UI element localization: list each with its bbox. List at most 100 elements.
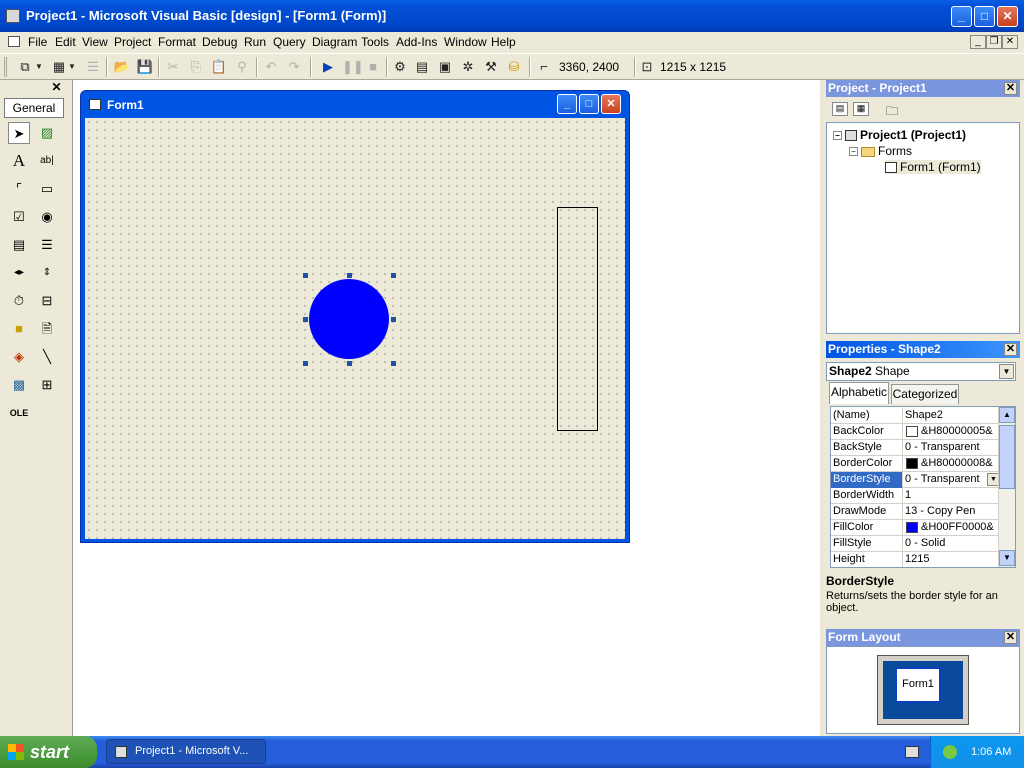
scroll-down-icon[interactable]: ▼ [999, 550, 1015, 566]
resize-handle[interactable] [391, 361, 396, 366]
break-icon[interactable]: ❚❚ [342, 58, 364, 76]
toolbar-grip[interactable] [4, 57, 7, 77]
form-client-area[interactable] [85, 118, 625, 539]
collapse-icon[interactable]: − [833, 131, 842, 141]
menu-window[interactable]: Window [444, 35, 487, 49]
property-value-cell[interactable]: &H80000008& [905, 456, 1001, 472]
form-layout-close-button[interactable]: ✕ [1004, 631, 1017, 644]
clock[interactable]: 1:06 AM [971, 746, 1011, 758]
toolbox-icon[interactable]: ⚒ [482, 58, 500, 76]
toolbox-close-button[interactable]: ✕ [50, 81, 63, 94]
form1-designer-window[interactable]: Form1 _ □ ✕ [80, 90, 630, 543]
property-value[interactable]: 1215 [905, 552, 1001, 567]
frame-tool-icon[interactable]: ⌜ [8, 178, 30, 200]
add-project-dropdown-icon[interactable]: ▼ [34, 58, 44, 76]
find-icon[interactable]: ⚲ [233, 58, 251, 76]
resize-handle[interactable] [303, 317, 308, 322]
data-tool-icon[interactable]: ⊞ [36, 374, 58, 396]
resize-handle[interactable] [391, 317, 396, 322]
commandbutton-tool-icon[interactable]: ▭ [36, 178, 58, 200]
property-value-cell[interactable]: &H00FF0000& [905, 520, 1001, 536]
object-browser-icon[interactable]: ✲ [459, 58, 477, 76]
add-form-icon[interactable]: ▦ [50, 58, 68, 76]
property-row[interactable]: BorderWidth 1 [831, 488, 1001, 504]
property-row[interactable]: FillColor &H00FF0000& [831, 520, 1001, 536]
add-form-dropdown-icon[interactable]: ▼ [67, 58, 77, 76]
resize-handle[interactable] [347, 273, 352, 278]
mdi-minimize-button[interactable]: _ [970, 35, 986, 49]
menu-editor-icon[interactable]: ☰ [84, 58, 102, 76]
optionbutton-tool-icon[interactable]: ◉ [36, 206, 58, 228]
shape-tool-icon[interactable]: ◈ [8, 346, 30, 368]
menu-add-ins[interactable]: Add-Ins [396, 35, 437, 49]
image-tool-icon[interactable]: ▩ [8, 374, 30, 396]
drivelistbox-tool-icon[interactable]: ⊟ [36, 290, 58, 312]
form-close-button[interactable]: ✕ [601, 94, 621, 114]
menu-run[interactable]: Run [244, 35, 266, 49]
property-value-cell[interactable]: &H80000005& [905, 424, 1001, 440]
scroll-up-icon[interactable]: ▲ [999, 407, 1015, 423]
property-row[interactable]: BorderColor &H80000008& [831, 456, 1001, 472]
form-system-icon[interactable] [8, 36, 20, 47]
menu-edit[interactable]: Edit [55, 35, 76, 49]
mdi-restore-button[interactable]: ❐ [986, 35, 1002, 49]
tree-node-project[interactable]: − Project1 (Project1) [833, 128, 966, 142]
open-project-icon[interactable]: 📂 [113, 58, 131, 76]
property-row[interactable]: BackStyle 0 - Transparent [831, 440, 1001, 456]
start-icon[interactable]: ▶ [319, 58, 337, 76]
menu-project[interactable]: Project [114, 35, 151, 49]
shape1-rectangle[interactable] [557, 207, 598, 431]
hscrollbar-tool-icon[interactable]: ◂▸ [8, 262, 30, 284]
form1-layout-preview[interactable]: Form1 [895, 667, 941, 703]
scroll-thumb[interactable] [999, 425, 1015, 489]
tab-categorized[interactable]: Categorized [891, 384, 959, 404]
property-value[interactable]: 0 - Transparent [905, 440, 1001, 456]
line-tool-icon[interactable]: ╲ [36, 346, 58, 368]
menu-query[interactable]: Query [273, 35, 306, 49]
resize-handle[interactable] [347, 361, 352, 366]
mdi-close-button[interactable]: ✕ [1002, 35, 1018, 49]
property-row[interactable]: (Name) Shape2 [831, 408, 1001, 424]
property-value[interactable]: 13 - Copy Pen [905, 504, 1001, 520]
keyboard-tray-icon[interactable] [905, 746, 919, 758]
toggle-folders-icon[interactable]: 🗀 [884, 102, 900, 118]
project-explorer-icon[interactable]: ⚙ [391, 58, 409, 76]
pointer-tool-icon[interactable]: ➤ [8, 122, 30, 144]
listbox-tool-icon[interactable]: ☰ [36, 234, 58, 256]
view-object-icon[interactable]: ▦ [853, 102, 869, 116]
label-tool-icon[interactable]: A [8, 150, 30, 172]
form-minimize-button[interactable]: _ [557, 94, 577, 114]
menu-file[interactable]: File [28, 35, 47, 49]
add-project-icon[interactable]: ⧉ [16, 58, 34, 76]
menu-diagram[interactable]: Diagram [312, 35, 357, 49]
form-maximize-button[interactable]: □ [579, 94, 599, 114]
form-layout-icon[interactable]: ▣ [436, 58, 454, 76]
paste-icon[interactable]: 📋 [210, 58, 228, 76]
property-row-selected[interactable]: BorderStyle 0 - Transparent ▼ [831, 472, 1001, 488]
filelistbox-tool-icon[interactable]: 🗎 [36, 318, 58, 340]
property-row[interactable]: DrawMode 13 - Copy Pen [831, 504, 1001, 520]
cut-icon[interactable]: ✂ [164, 58, 182, 76]
resize-handle[interactable] [391, 273, 396, 278]
dirlistbox-tool-icon[interactable]: ■ [8, 318, 30, 340]
menu-help[interactable]: Help [491, 35, 516, 49]
taskbar-item-vb[interactable]: Project1 - Microsoft V... [106, 739, 266, 764]
picturebox-tool-icon[interactable]: ▨ [36, 122, 58, 144]
properties-window-icon[interactable]: ▤ [413, 58, 431, 76]
properties-panel-close-button[interactable]: ✕ [1004, 343, 1017, 356]
network-tray-icon[interactable] [943, 745, 957, 759]
copy-icon[interactable]: ⎘ [187, 58, 205, 76]
shape2-circle[interactable] [309, 279, 389, 359]
project-panel-title[interactable]: Project - Project1 [826, 80, 1020, 97]
property-value[interactable]: 1 [905, 488, 1001, 504]
ole-tool-icon[interactable]: OLE [8, 402, 30, 424]
tab-alphabetic[interactable]: Alphabetic [829, 382, 889, 404]
property-row[interactable]: FillStyle 0 - Solid [831, 536, 1001, 552]
chevron-down-icon[interactable]: ▼ [999, 364, 1014, 379]
textbox-tool-icon[interactable]: ab| [36, 150, 58, 172]
project-panel-close-button[interactable]: ✕ [1004, 82, 1017, 95]
end-icon[interactable]: ■ [364, 58, 382, 76]
property-row[interactable]: BackColor &H80000005& [831, 424, 1001, 440]
menu-format[interactable]: Format [158, 35, 196, 49]
property-row[interactable]: Height 1215 [831, 552, 1001, 567]
